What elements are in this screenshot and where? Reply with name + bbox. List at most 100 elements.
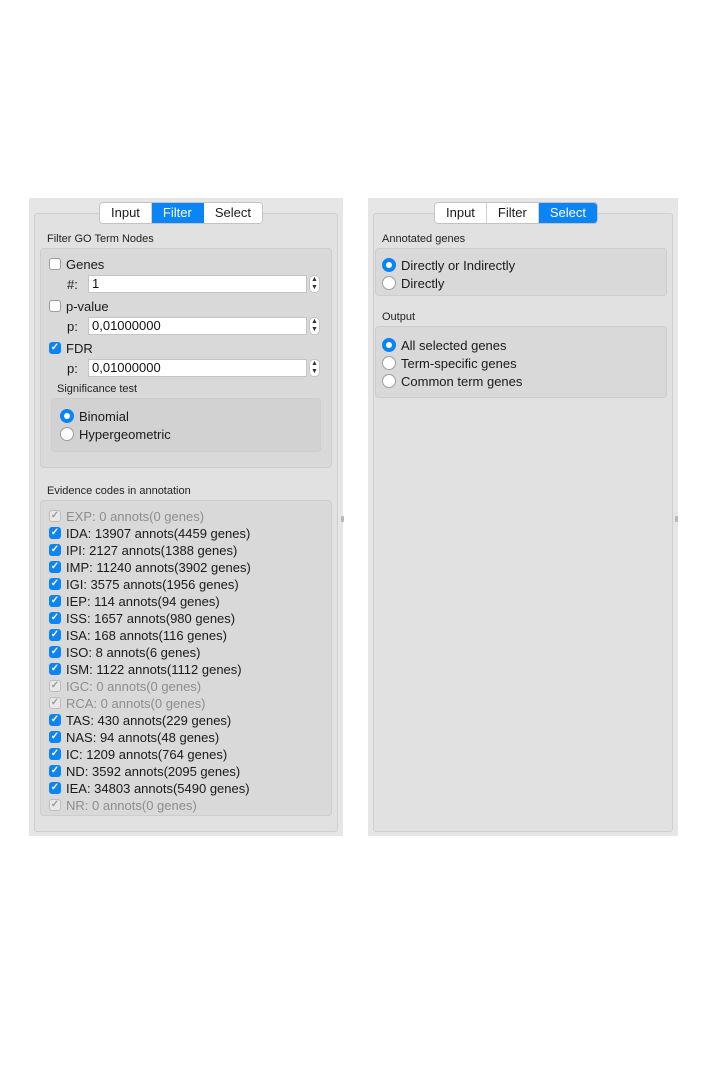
select-content: Annotated genes Directly or Indirectly D… [373,213,673,832]
evidence-row[interactable]: ISS: 1657 annots(980 genes) [49,609,235,627]
binomial-radio[interactable] [60,409,74,423]
tab-filter[interactable]: Filter [486,203,539,223]
evidence-checkbox[interactable] [49,527,61,539]
genes-checkbox-row[interactable]: Genes [49,255,104,273]
term-specific-genes-label: Term-specific genes [401,355,517,371]
tab-select[interactable]: Select [203,203,262,223]
common-term-genes-label: Common term genes [401,373,523,389]
hypergeometric-label: Hypergeometric [79,426,171,442]
evidence-label: ISM: 1122 annots(1112 genes) [66,661,242,677]
evidence-checkbox[interactable] [49,629,61,641]
significance-title: Significance test [57,383,138,395]
evidence-row[interactable]: IGI: 3575 annots(1956 genes) [49,575,239,593]
splitter-handle[interactable] [341,516,344,522]
radio-term-specific-row[interactable]: Term-specific genes [382,354,517,372]
evidence-row[interactable]: IMP: 11240 annots(3902 genes) [49,558,251,576]
evidence-row[interactable]: IEA: 34803 annots(5490 genes) [49,779,250,797]
evidence-label: ISO: 8 annots(6 genes) [66,644,201,660]
evidence-row: NR: 0 annots(0 genes) [49,796,197,814]
genes-count-stepper[interactable]: ▲ ▼ [309,275,320,293]
tab-input[interactable]: Input [435,203,487,223]
radio-directly-row[interactable]: Directly [382,274,444,292]
output-title: Output [382,311,416,323]
select-panel: Input Filter Select Annotated genes Dire… [368,198,678,836]
directly-or-indirectly-radio[interactable] [382,258,396,272]
tab-filter[interactable]: Filter [151,203,204,223]
pvalue-p-label: p: [67,319,78,334]
directly-radio[interactable] [382,276,396,290]
genes-count-input[interactable]: 1 [88,275,307,293]
evidence-row[interactable]: IC: 1209 annots(764 genes) [49,745,227,763]
evidence-label: IGC: 0 annots(0 genes) [66,678,202,694]
evidence-row[interactable]: NAS: 94 annots(48 genes) [49,728,219,746]
evidence-checkbox [49,680,61,692]
evidence-checkbox[interactable] [49,782,61,794]
pvalue-checkbox[interactable] [49,300,61,312]
annotated-genes-title: Annotated genes [382,233,466,245]
evidence-label: TAS: 430 annots(229 genes) [66,712,232,728]
evidence-checkbox[interactable] [49,663,61,675]
radio-common-term-row[interactable]: Common term genes [382,372,522,390]
tab-bar: Input Filter Select [99,202,263,224]
evidence-row[interactable]: ISO: 8 annots(6 genes) [49,643,200,661]
evidence-checkbox[interactable] [49,561,61,573]
pvalue-stepper[interactable]: ▲ ▼ [309,317,320,335]
annotated-genes-group: Directly or Indirectly Directly [375,248,667,296]
evidence-label: NR: 0 annots(0 genes) [66,797,197,813]
genes-count-label: #: [67,277,78,292]
directly-or-indirectly-label: Directly or Indirectly [401,257,516,273]
fdr-checkbox[interactable] [49,342,61,354]
tab-select[interactable]: Select [538,203,597,223]
evidence-label: IMP: 11240 annots(3902 genes) [66,559,251,575]
evidence-checkbox[interactable] [49,748,61,760]
evidence-checkbox [49,799,61,811]
common-term-genes-radio[interactable] [382,374,396,388]
fdr-stepper[interactable]: ▲ ▼ [309,359,320,377]
evidence-checkbox[interactable] [49,595,61,607]
evidence-label: IEP: 114 annots(94 genes) [66,593,220,609]
evidence-checkbox[interactable] [49,731,61,743]
evidence-row[interactable]: IDA: 13907 annots(4459 genes) [49,524,250,542]
pvalue-checkbox-row[interactable]: p-value [49,297,109,315]
tab-input[interactable]: Input [100,203,152,223]
fdr-checkbox-row[interactable]: FDR [49,339,93,357]
evidence-row[interactable]: ISA: 168 annots(116 genes) [49,626,227,644]
genes-label: Genes [66,256,105,272]
evidence-row[interactable]: ND: 3592 annots(2095 genes) [49,762,240,780]
evidence-label: ND: 3592 annots(2095 genes) [66,763,241,779]
radio-all-selected-row[interactable]: All selected genes [382,336,507,354]
radio-directly-or-indirectly-row[interactable]: Directly or Indirectly [382,256,515,274]
splitter-handle[interactable] [675,516,678,522]
term-specific-genes-radio[interactable] [382,356,396,370]
filter-section-title: Filter GO Term Nodes [47,233,154,245]
evidence-label: IPI: 2127 annots(1388 genes) [66,542,238,558]
hypergeometric-radio[interactable] [60,427,74,441]
evidence-checkbox[interactable] [49,544,61,556]
evidence-label: IC: 1209 annots(764 genes) [66,746,228,762]
evidence-row[interactable]: IPI: 2127 annots(1388 genes) [49,541,237,559]
radio-binomial-row[interactable]: Binomial [60,407,129,425]
pvalue-input[interactable]: 0,01000000 [88,317,307,335]
evidence-label: EXP: 0 annots(0 genes) [66,508,205,524]
evidence-checkbox[interactable] [49,765,61,777]
evidence-group: EXP: 0 annots(0 genes) IDA: 13907 annots… [40,500,332,816]
significance-group: Binomial Hypergeometric [51,398,321,452]
evidence-row: IGC: 0 annots(0 genes) [49,677,201,695]
evidence-checkbox[interactable] [49,714,61,726]
radio-hypergeometric-row[interactable]: Hypergeometric [60,425,171,443]
directly-label: Directly [401,275,445,291]
all-selected-genes-radio[interactable] [382,338,396,352]
fdr-input[interactable]: 0,01000000 [88,359,307,377]
evidence-checkbox[interactable] [49,612,61,624]
evidence-row[interactable]: IEP: 114 annots(94 genes) [49,592,220,610]
evidence-label: IGI: 3575 annots(1956 genes) [66,576,239,592]
evidence-label: RCA: 0 annots(0 genes) [66,695,206,711]
output-group: All selected genes Term-specific genes C… [375,326,667,398]
genes-checkbox[interactable] [49,258,61,270]
evidence-row[interactable]: ISM: 1122 annots(1112 genes) [49,660,242,678]
evidence-label: IEA: 34803 annots(5490 genes) [66,780,250,796]
evidence-checkbox[interactable] [49,578,61,590]
evidence-label: ISS: 1657 annots(980 genes) [66,610,236,626]
evidence-checkbox[interactable] [49,646,61,658]
evidence-row[interactable]: TAS: 430 annots(229 genes) [49,711,231,729]
